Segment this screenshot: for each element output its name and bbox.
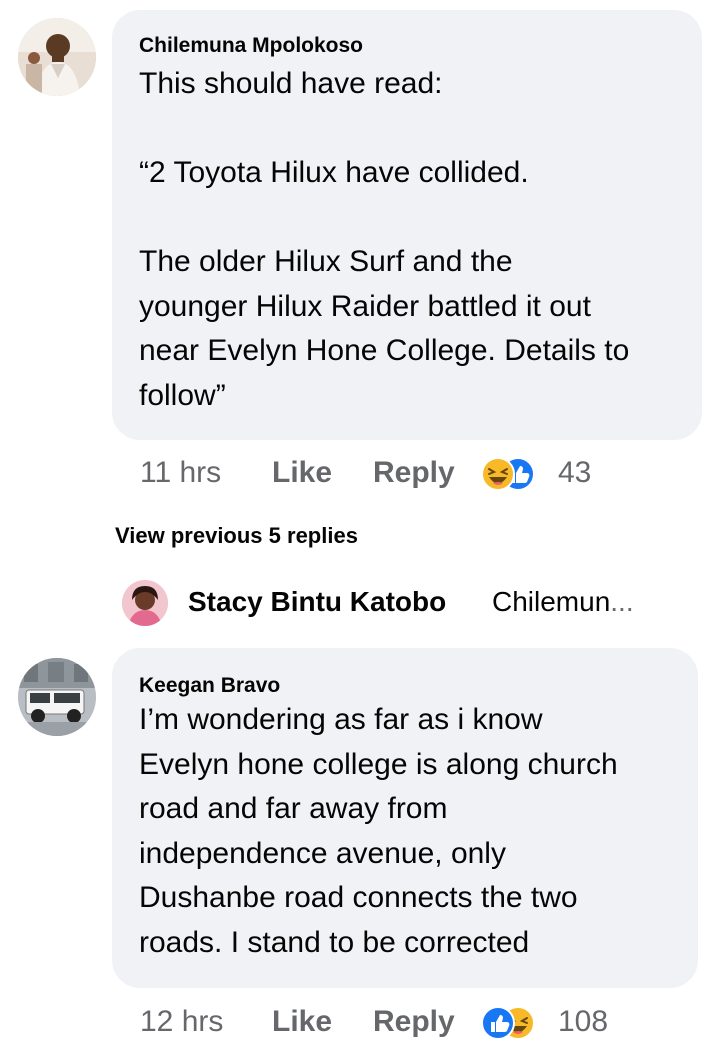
view-previous-replies-link[interactable]: View previous 5 replies: [115, 523, 358, 549]
reply-author[interactable]: Stacy Bintu Katobo: [188, 586, 446, 618]
avatar-photo: [122, 580, 168, 626]
comment-actions: 11 hrs Like Reply 43: [140, 456, 700, 496]
avatar-photo: [18, 18, 96, 96]
comment-bubble: Chilemuna Mpolokoso This should have rea…: [112, 10, 702, 440]
comment-text: This should have read: “2 Toyota Hilux h…: [139, 67, 630, 412]
reply-ellipsis: ...: [610, 586, 634, 617]
like-button[interactable]: Like: [272, 1005, 332, 1039]
comment-time[interactable]: 11 hrs: [140, 456, 221, 490]
haha-icon: [481, 457, 515, 491]
reply-button[interactable]: Reply: [373, 1005, 455, 1039]
avatar[interactable]: [18, 18, 96, 96]
reactions[interactable]: [480, 1005, 540, 1041]
avatar[interactable]: [122, 580, 168, 626]
reactions[interactable]: [480, 456, 540, 492]
comment-actions: 12 hrs Like Reply 108: [140, 1005, 700, 1045]
comment-author[interactable]: Chilemuna Mpolokoso: [139, 34, 363, 58]
avatar[interactable]: [18, 658, 96, 736]
reaction-count[interactable]: 43: [558, 456, 591, 490]
like-button[interactable]: Like: [272, 456, 332, 490]
comment-bubble: Keegan Bravo I’m wondering as far as i k…: [112, 648, 698, 988]
avatar-photo: [18, 658, 96, 736]
comment-text: I’m wondering as far as i know Evelyn ho…: [139, 703, 618, 959]
comment-author[interactable]: Keegan Bravo: [139, 674, 280, 698]
reply-button[interactable]: Reply: [373, 456, 455, 490]
like-icon: [481, 1006, 515, 1040]
comment-time[interactable]: 12 hrs: [140, 1005, 223, 1039]
reply-snippet-text: Chilemun: [492, 586, 611, 617]
reaction-count[interactable]: 108: [558, 1005, 608, 1039]
reply-snippet: Chilemun...: [492, 586, 634, 618]
